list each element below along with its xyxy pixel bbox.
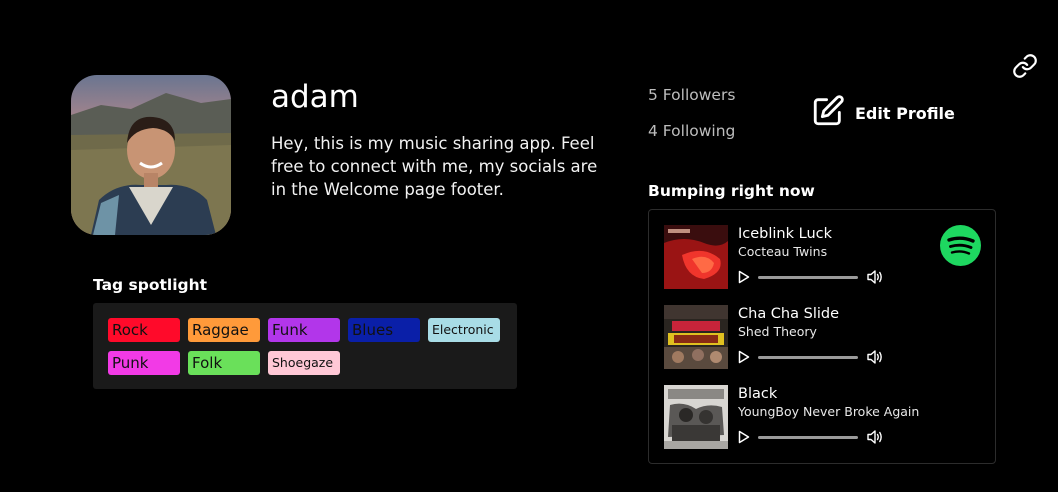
tag-spotlight-panel: Rock Raggae Funk Blues Electronic Punk F… <box>93 303 517 389</box>
audio-player <box>738 269 888 285</box>
track-item: Black YoungBoy Never Broke Again <box>664 385 984 451</box>
tag-blues[interactable]: Blues <box>348 318 420 342</box>
volume-icon[interactable] <box>866 349 884 365</box>
play-icon[interactable] <box>738 350 750 364</box>
play-icon[interactable] <box>738 270 750 284</box>
username: adam <box>271 79 359 115</box>
album-cover <box>664 305 728 369</box>
progress-bar[interactable] <box>758 276 858 279</box>
album-cover <box>664 225 728 289</box>
audio-player <box>738 429 888 445</box>
volume-icon[interactable] <box>866 269 884 285</box>
progress-bar[interactable] <box>758 356 858 359</box>
tag-punk[interactable]: Punk <box>108 351 180 375</box>
track-item: Iceblink Luck Cocteau Twins <box>664 225 984 291</box>
tag-folk[interactable]: Folk <box>188 351 260 375</box>
tag-rock[interactable]: Rock <box>108 318 180 342</box>
tag-raggae[interactable]: Raggae <box>188 318 260 342</box>
play-icon[interactable] <box>738 430 750 444</box>
tag-spotlight-title: Tag spotlight <box>93 276 208 294</box>
track-title[interactable]: Iceblink Luck <box>738 226 832 242</box>
track-title[interactable]: Black <box>738 386 777 402</box>
profile-bio: Hey, this is my music sharing app. Feel … <box>271 134 598 199</box>
avatar <box>71 75 231 235</box>
track-artist[interactable]: Shed Theory <box>738 324 817 339</box>
followers-count[interactable]: 5 Followers <box>648 86 735 104</box>
track-item: Cha Cha Slide Shed Theory <box>664 305 984 371</box>
edit-profile-label: Edit Profile <box>855 103 955 123</box>
volume-icon[interactable] <box>866 429 884 445</box>
track-artist[interactable]: Cocteau Twins <box>738 244 827 259</box>
spotify-icon[interactable] <box>940 225 981 266</box>
track-title[interactable]: Cha Cha Slide <box>738 306 839 322</box>
album-cover <box>664 385 728 449</box>
edit-profile-button[interactable]: Edit Profile <box>811 94 955 132</box>
audio-player <box>738 349 888 365</box>
following-count[interactable]: 4 Following <box>648 122 735 140</box>
bumping-title: Bumping right now <box>648 182 815 200</box>
tag-electronic[interactable]: Electronic <box>428 318 500 342</box>
progress-bar[interactable] <box>758 436 858 439</box>
link-icon[interactable] <box>1012 53 1038 79</box>
tag-funk[interactable]: Funk <box>268 318 340 342</box>
track-artist[interactable]: YoungBoy Never Broke Again <box>738 404 919 419</box>
tag-shoegaze[interactable]: Shoegaze <box>268 351 340 375</box>
edit-icon <box>811 94 845 132</box>
